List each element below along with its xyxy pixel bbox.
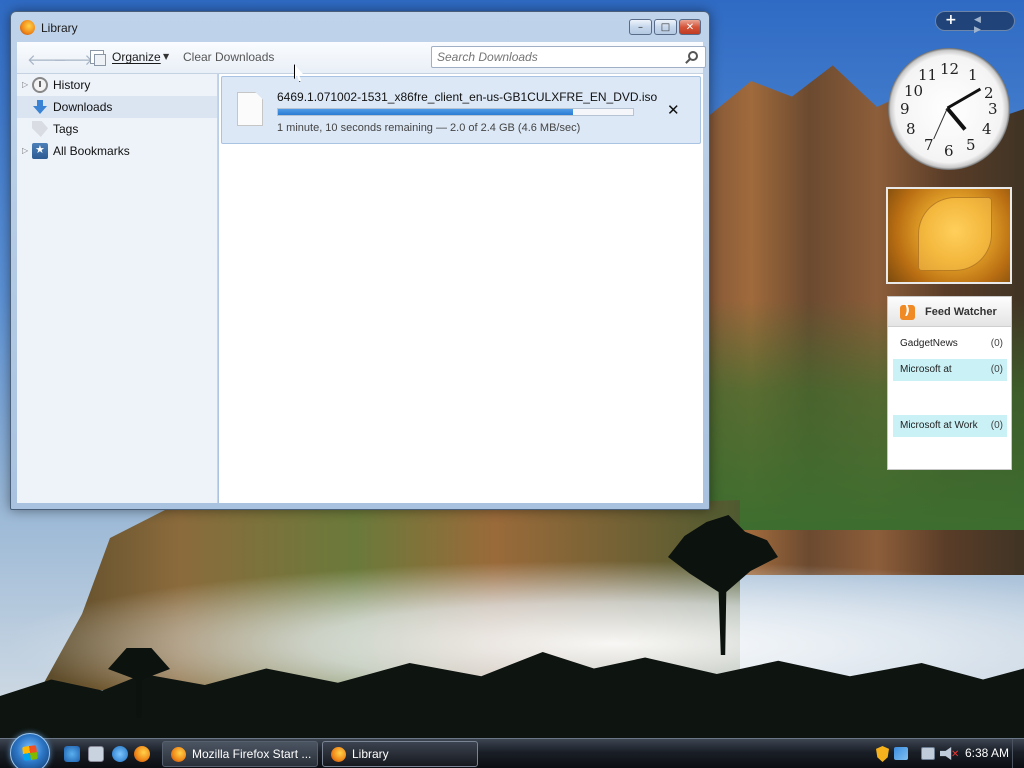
window-titlebar[interactable]: Library – □ ✕ — [11, 12, 709, 42]
feed-watcher-gadget[interactable]: Feed Watcher GadgetNews (0) Microsoft at… — [887, 296, 1012, 470]
sidebar-item-label: Downloads — [53, 100, 113, 114]
feed-item-count: (0) — [990, 364, 1003, 375]
switch-windows-icon[interactable] — [88, 746, 104, 762]
sidebar-item-label: All Bookmarks — [53, 144, 130, 158]
ie-quicklaunch-icon[interactable] — [64, 746, 80, 762]
feed-title: Feed Watcher — [925, 306, 997, 318]
expand-twisty-icon[interactable]: ▷ — [22, 146, 28, 155]
bookmarks-icon — [32, 143, 48, 159]
clock-number: 10 — [904, 82, 924, 100]
gadget-page-arrows[interactable]: ◀ ▶ — [974, 15, 1014, 35]
history-icon — [32, 77, 48, 93]
organize-button[interactable]: Organize — [112, 50, 161, 64]
download-item[interactable]: 6469.1.071002-1531_x86fre_client_en-us-G… — [221, 76, 701, 144]
download-progress-bar — [277, 108, 634, 116]
feed-item[interactable]: Microsoft at Work (0) — [893, 415, 1007, 437]
feed-item-count: (0) — [990, 338, 1003, 349]
show-desktop-button[interactable] — [1012, 739, 1024, 768]
feed-item[interactable] — [893, 385, 1007, 407]
search-input[interactable] — [431, 46, 706, 68]
clock-number: 1 — [968, 66, 978, 84]
minimize-button[interactable]: – — [629, 19, 652, 35]
taskbar-button-label: Library — [352, 747, 389, 761]
tag-icon — [32, 121, 48, 137]
download-status: 1 minute, 10 seconds remaining — 2.0 of … — [277, 122, 581, 134]
downloads-list: 6469.1.071002-1531_x86fre_client_en-us-G… — [219, 74, 703, 503]
maximize-button[interactable]: □ — [654, 19, 677, 35]
firefox-quicklaunch-icon[interactable] — [134, 746, 150, 762]
clear-downloads-button[interactable]: Clear Downloads — [183, 50, 274, 64]
feed-item[interactable]: Microsoft at (0) — [893, 359, 1007, 381]
clock-number: 11 — [918, 66, 938, 84]
sidebar-item-all-bookmarks[interactable]: ▷ All Bookmarks — [17, 140, 217, 162]
firefox-icon — [171, 747, 186, 762]
expand-twisty-icon[interactable]: ▷ — [22, 80, 28, 89]
mute-icon: ✕ — [951, 749, 960, 760]
network-icon[interactable] — [921, 747, 935, 760]
feed-item[interactable]: GadgetNews (0) — [893, 333, 1007, 355]
taskbar-button-firefox-start[interactable]: Mozilla Firefox Start ... — [162, 741, 318, 767]
clock-minute-hand — [946, 87, 982, 110]
feed-item-count: (0) — [990, 420, 1003, 431]
add-gadget-button[interactable]: + — [945, 12, 957, 28]
feed-header: Feed Watcher — [888, 297, 1011, 327]
internet-explorer-icon[interactable] — [112, 746, 128, 762]
sidebar-item-label: History — [53, 78, 91, 92]
chevron-down-icon: ▼ — [163, 52, 170, 61]
taskbar-button-label: Mozilla Firefox Start ... — [192, 747, 312, 761]
security-shield-icon[interactable] — [876, 746, 889, 762]
taskbar-clock[interactable]: 6:38 AM — [965, 746, 1009, 760]
file-icon — [237, 92, 263, 126]
sidebar-item-label: Tags — [53, 122, 79, 136]
sidebar-item-history[interactable]: ▷ History — [17, 74, 217, 96]
taskbar: Mozilla Firefox Start ... Library ✕ 6:38… — [0, 733, 1024, 768]
library-window[interactable]: Library – □ ✕ 🡐 🡒 Organize ▼ Clear Downl… — [10, 11, 710, 510]
clock-number: 8 — [906, 120, 916, 138]
clock-hour-hand — [945, 106, 967, 131]
organize-icon — [90, 50, 106, 66]
download-filename: 6469.1.071002-1531_x86fre_client_en-us-G… — [277, 90, 658, 104]
clock-number: 4 — [982, 120, 992, 138]
feed-item-label: GadgetNews — [900, 338, 958, 349]
firefox-icon — [20, 20, 35, 35]
rss-icon — [900, 303, 915, 320]
window-title: Library — [41, 21, 78, 35]
library-sidebar: ▷ History Downloads Tags ▷ All Bookmarks — [17, 74, 218, 503]
feed-item-label: Microsoft at — [900, 364, 952, 375]
clock-number: 6 — [944, 142, 954, 160]
cancel-download-button[interactable]: ✕ — [667, 101, 680, 119]
windows-update-icon[interactable] — [894, 747, 908, 760]
taskbar-button-library[interactable]: Library — [322, 741, 478, 767]
library-toolbar: 🡐 🡒 Organize ▼ Clear Downloads — [17, 42, 706, 74]
sidebar-item-tags[interactable]: Tags — [17, 118, 217, 140]
close-button[interactable]: ✕ — [679, 19, 701, 35]
feed-item-label: Microsoft at Work — [900, 420, 978, 431]
downloads-icon — [32, 99, 48, 115]
clock-number: 12 — [940, 60, 960, 78]
clock-number: 5 — [966, 136, 976, 154]
search-icon[interactable] — [688, 51, 698, 61]
clock-gadget[interactable]: 12 1 2 3 4 5 6 7 8 9 10 11 — [888, 48, 1010, 170]
gadget-sidebar-toolbar: + ◀ ▶ — [935, 11, 1015, 35]
clock-number: 9 — [900, 100, 910, 118]
window-controls: – □ ✕ — [629, 19, 701, 35]
sidebar-item-downloads[interactable]: Downloads — [17, 96, 217, 118]
forward-arrow-icon[interactable]: 🡒 — [53, 50, 93, 69]
clock-number: 3 — [988, 100, 998, 118]
slideshow-gadget[interactable] — [886, 187, 1012, 284]
start-button[interactable] — [10, 733, 50, 768]
download-progress-fill — [278, 109, 573, 115]
firefox-icon — [331, 747, 346, 762]
clock-second-hand — [933, 107, 948, 140]
